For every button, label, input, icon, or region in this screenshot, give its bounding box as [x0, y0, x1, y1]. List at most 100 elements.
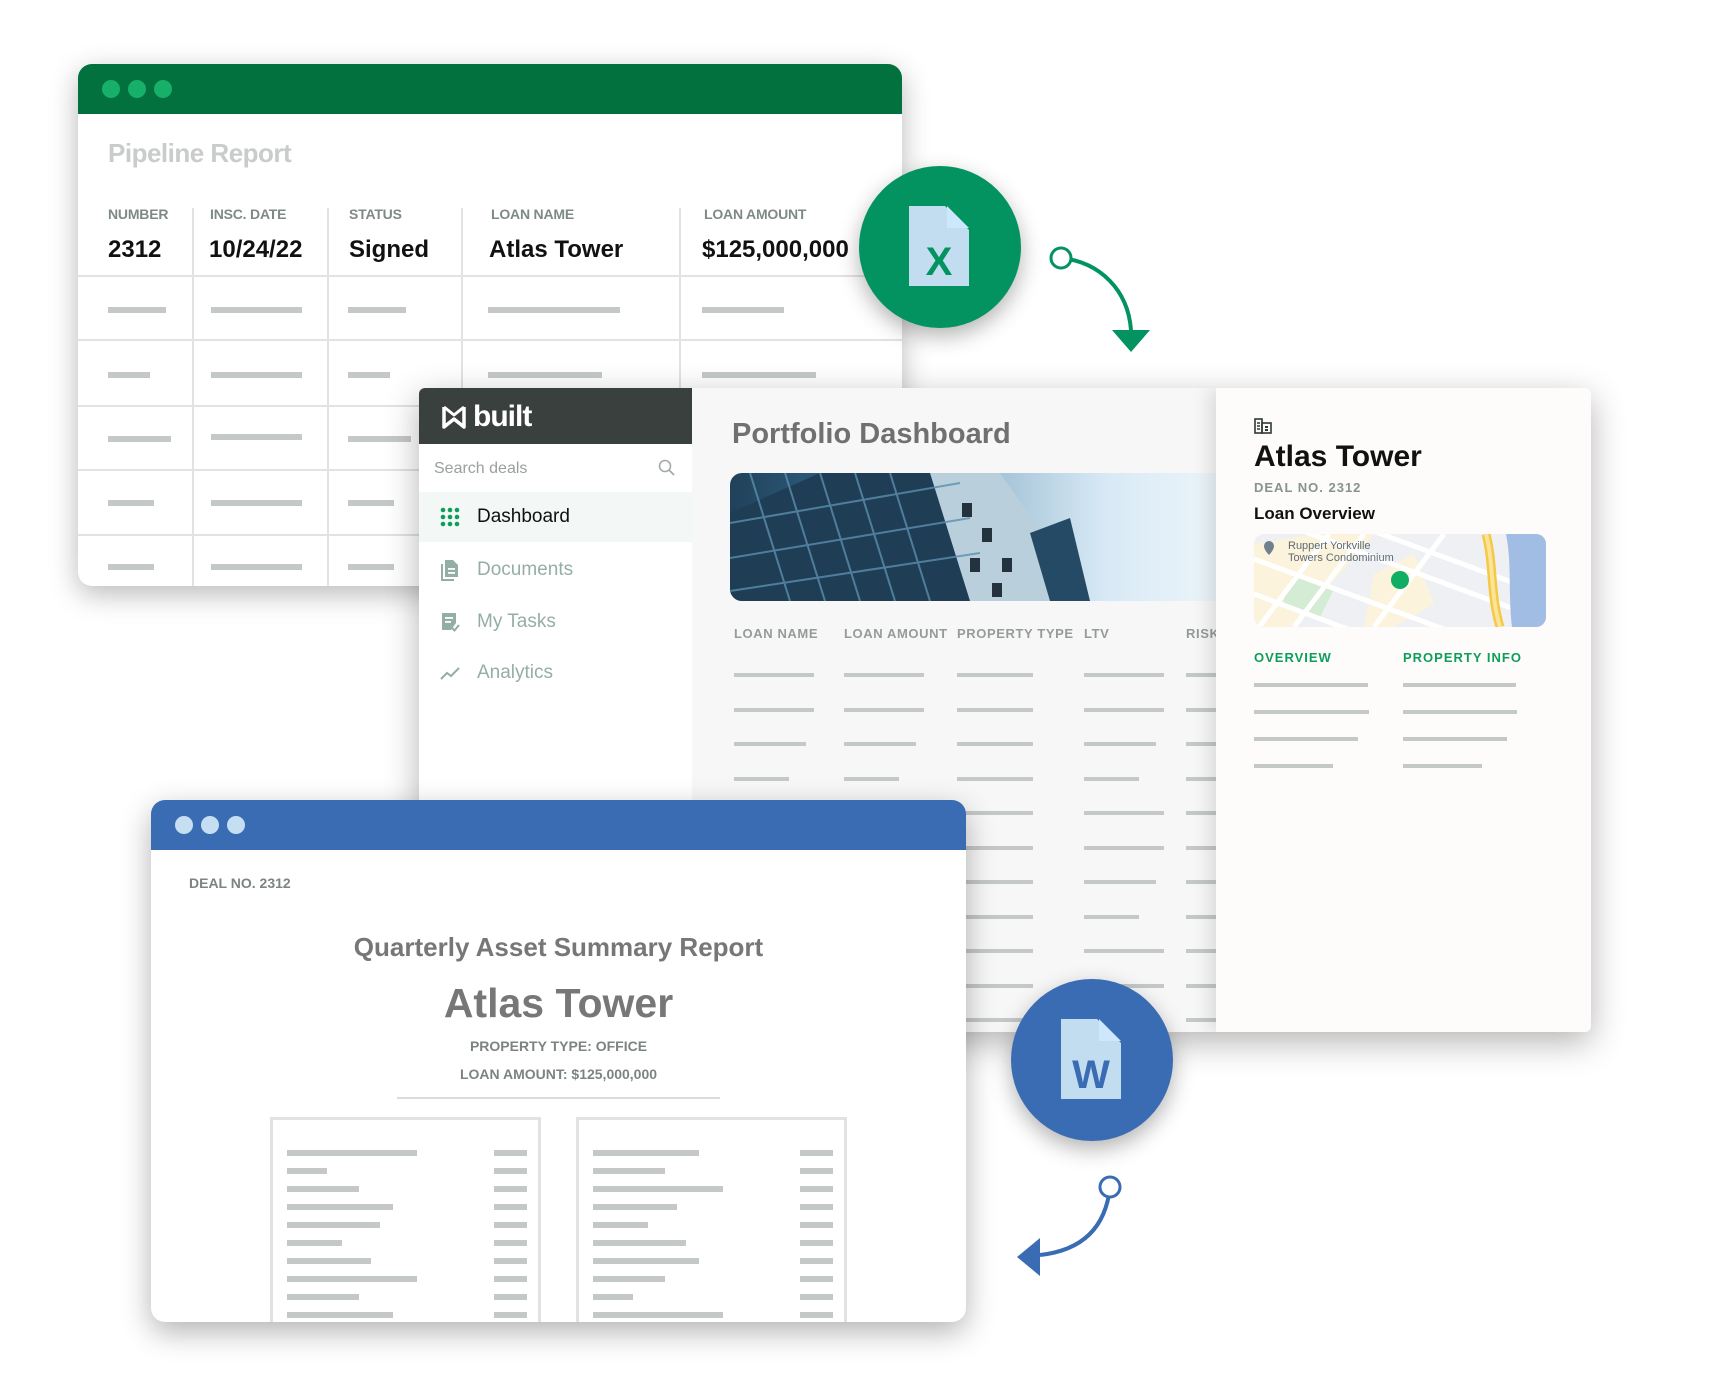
sidebar-item-analytics[interactable]: Analytics — [419, 648, 692, 698]
placeholder-cell — [1084, 673, 1164, 677]
placeholder-cell — [1084, 742, 1156, 746]
placeholder-value — [800, 1294, 833, 1300]
sidebar-item-documents[interactable]: Documents — [419, 545, 692, 595]
placeholder-cell — [348, 500, 394, 506]
placeholder-cell — [348, 307, 406, 313]
column-header-ltv[interactable]: LTV — [1084, 626, 1109, 641]
placeholder-cell — [108, 500, 154, 506]
placeholder-cell — [211, 372, 302, 378]
placeholder-label — [593, 1168, 665, 1174]
word-letter: W — [1072, 1053, 1110, 1097]
property-type: PROPERTY TYPE: OFFICE — [469, 1038, 648, 1054]
placeholder-cell — [1084, 914, 1139, 919]
placeholder-value — [494, 1222, 527, 1228]
asset-name: Atlas Tower — [443, 980, 674, 1026]
grid-dots-icon — [440, 507, 460, 527]
column-header-property-type[interactable]: PROPERTY TYPE — [957, 626, 1074, 641]
placeholder-label — [287, 1168, 327, 1174]
search-deals-input[interactable]: Search deals — [419, 444, 692, 492]
excel-letter: X — [925, 240, 953, 284]
window-maximize-dot[interactable] — [227, 816, 245, 834]
placeholder-line — [1403, 764, 1482, 768]
placeholder-cell — [844, 742, 916, 746]
placeholder-value — [494, 1276, 527, 1282]
sidebar-item-my-tasks[interactable]: My Tasks — [419, 597, 692, 647]
map-label-line: Towers Condominium — [1288, 552, 1394, 564]
column-header-status: STATUS — [349, 206, 402, 222]
placeholder-label — [593, 1186, 723, 1192]
tab-property-info[interactable]: PROPERTY INFO — [1403, 650, 1522, 665]
window-minimize-dot[interactable] — [201, 816, 219, 834]
placeholder-cell — [957, 811, 1033, 815]
placeholder-cell — [702, 372, 816, 378]
sidebar-item-label: Analytics — [477, 662, 554, 683]
summary-table-right — [576, 1117, 847, 1322]
placeholder-cell — [348, 436, 411, 442]
cell-loan-name[interactable]: Atlas Tower — [489, 236, 623, 264]
placeholder-cell — [348, 564, 394, 570]
placeholder-value — [494, 1168, 527, 1174]
placeholder-line — [1254, 710, 1369, 714]
grid-divider — [192, 208, 194, 586]
placeholder-label — [287, 1150, 417, 1156]
placeholder-label — [287, 1276, 417, 1282]
placeholder-label — [287, 1186, 359, 1192]
tab-overview[interactable]: OVERVIEW — [1254, 650, 1332, 665]
cell-number[interactable]: 2312 — [108, 236, 161, 264]
grid-divider — [327, 208, 329, 586]
placeholder-cell — [734, 707, 814, 712]
window-close-dot[interactable] — [175, 816, 193, 834]
property-map[interactable]: Ruppert Yorkville Towers Condominium — [1254, 534, 1546, 627]
excel-file-icon: X — [909, 206, 969, 286]
placeholder-value — [800, 1240, 833, 1246]
placeholder-label — [287, 1294, 359, 1300]
placeholder-label — [287, 1258, 371, 1264]
placeholder-cell — [108, 564, 154, 570]
placeholder-value — [494, 1258, 527, 1264]
sidebar-item-dashboard[interactable]: Dashboard — [419, 492, 692, 542]
placeholder-cell — [957, 845, 1033, 850]
window-minimize-dot[interactable] — [128, 80, 146, 98]
column-header-number: NUMBER — [108, 206, 169, 222]
column-header-loan-amount: LOAN AMOUNT — [704, 206, 807, 222]
placeholder-value — [800, 1222, 833, 1228]
word-file-icon: W — [1061, 1019, 1121, 1099]
placeholder-value — [494, 1240, 527, 1246]
grid-row-line — [78, 275, 902, 277]
building-hero-image — [730, 473, 1230, 601]
sidebar-item-label: Dashboard — [477, 506, 570, 527]
built-to-word-arrow — [1017, 1175, 1122, 1276]
placeholder-label — [593, 1312, 723, 1318]
excel-badge[interactable]: X — [859, 166, 1021, 328]
cell-insc-date[interactable]: 10/24/22 — [209, 236, 302, 264]
placeholder-value — [800, 1168, 833, 1174]
placeholder-label — [593, 1240, 686, 1246]
window-maximize-dot[interactable] — [154, 80, 172, 98]
placeholder-label — [287, 1222, 380, 1228]
placeholder-cell — [488, 307, 620, 313]
placeholder-value — [494, 1312, 527, 1318]
placeholder-value — [800, 1204, 833, 1210]
placeholder-value — [494, 1204, 527, 1210]
cell-status[interactable]: Signed — [349, 236, 429, 264]
placeholder-cell — [957, 673, 1033, 677]
summary-table-left — [270, 1117, 541, 1322]
column-header-risk[interactable]: RISK — [1186, 626, 1219, 641]
column-header-loan-amount[interactable]: LOAN AMOUNT — [844, 626, 948, 641]
search-icon[interactable] — [658, 459, 676, 477]
placeholder-line — [1403, 737, 1507, 741]
word-badge[interactable]: W — [1011, 979, 1173, 1141]
placeholder-cell — [734, 742, 806, 746]
placeholder-cell — [1084, 845, 1164, 850]
brand-name: built — [473, 400, 532, 433]
placeholder-line — [1403, 710, 1517, 714]
built-logo[interactable]: built — [441, 400, 532, 434]
task-check-icon — [442, 613, 460, 632]
column-header-loan-name[interactable]: LOAN NAME — [734, 626, 818, 641]
placeholder-cell — [348, 372, 390, 378]
placeholder-cell — [844, 707, 924, 712]
placeholder-cell — [211, 307, 302, 313]
window-close-dot[interactable] — [102, 80, 120, 98]
brand-header: built — [419, 388, 692, 444]
cell-loan-amount[interactable]: $125,000,000 — [702, 236, 849, 264]
